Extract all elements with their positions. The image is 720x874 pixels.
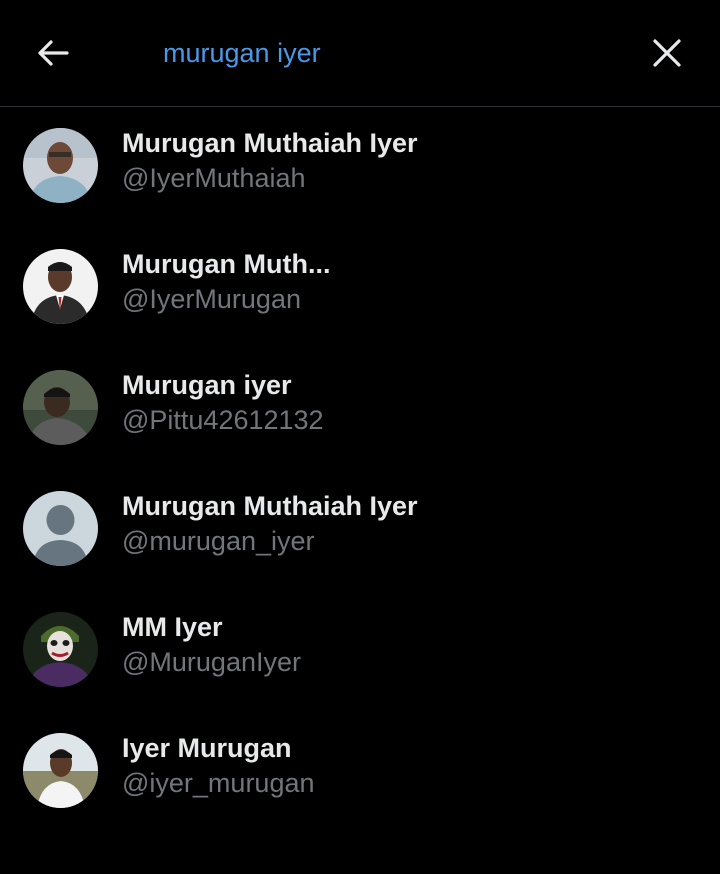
avatar (23, 128, 98, 203)
search-results-list: Murugan Muthaiah Iyer @IyerMuthaiah Muru… (0, 108, 720, 834)
user-handle: @IyerMurugan (122, 284, 301, 314)
user-handle: @IyerMuthaiah (122, 163, 306, 193)
user-display-name: Murugan Muthaiah Iyer (122, 491, 418, 521)
user-result-item[interactable]: MM Iyer @MuruganIyer (0, 592, 720, 713)
user-result-item[interactable]: Iyer Murugan @iyer_murugan (0, 713, 720, 834)
clear-search-button[interactable] (644, 30, 690, 76)
user-display-name: Murugan Muth... (122, 249, 331, 279)
search-input[interactable] (163, 30, 603, 76)
user-display-name: MM Iyer (122, 612, 223, 642)
user-handle: @murugan_iyer (122, 526, 315, 556)
avatar (23, 249, 98, 324)
user-display-name: Murugan iyer (122, 370, 292, 400)
close-icon (653, 39, 681, 67)
search-screen: Murugan Muthaiah Iyer @IyerMuthaiah Muru… (0, 0, 720, 874)
user-display-name: Iyer Murugan (122, 733, 292, 763)
user-handle: @MuruganIyer (122, 647, 301, 677)
back-button[interactable] (30, 30, 76, 76)
arrow-left-icon (38, 40, 69, 66)
default-avatar-icon (23, 491, 98, 566)
user-result-item[interactable]: Murugan Muthaiah Iyer @murugan_iyer (0, 471, 720, 592)
user-display-name: Murugan Muthaiah Iyer (122, 128, 418, 158)
avatar (23, 370, 98, 445)
avatar (23, 733, 98, 808)
user-result-item[interactable]: Murugan Muth... @IyerMurugan (0, 229, 720, 350)
avatar (23, 612, 98, 687)
user-handle: @iyer_murugan (122, 768, 315, 798)
user-result-item[interactable]: Murugan iyer @Pittu42612132 (0, 350, 720, 471)
user-result-item[interactable]: Murugan Muthaiah Iyer @IyerMuthaiah (0, 108, 720, 229)
search-header (0, 0, 720, 107)
user-handle: @Pittu42612132 (122, 405, 324, 435)
